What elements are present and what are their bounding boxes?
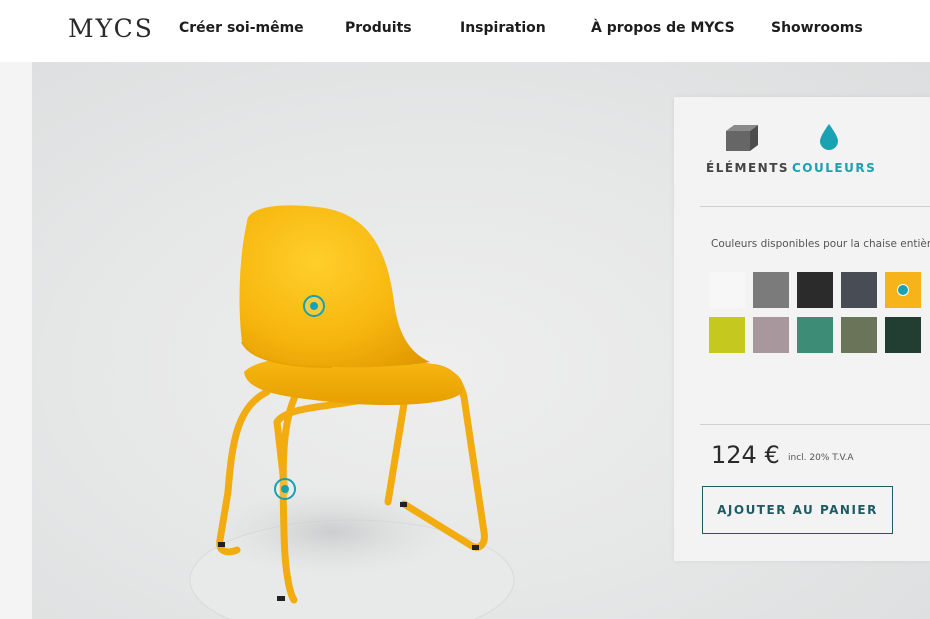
color-swatch[interactable] [709,317,745,353]
divider [700,424,930,425]
color-swatch[interactable] [885,317,921,353]
nav-item-inspiration[interactable]: Inspiration [460,20,546,36]
tab-elements-label: ÉLÉMENTS [706,161,790,175]
color-swatch[interactable] [841,317,877,353]
hotspot-shell[interactable] [303,295,325,317]
add-to-cart-button[interactable]: AJOUTER AU PANIER [702,486,893,534]
tab-elements[interactable]: ÉLÉMENTS [704,121,788,181]
selected-indicator [897,284,909,296]
color-swatch[interactable] [885,272,921,308]
color-swatch[interactable] [841,272,877,308]
tab-couleurs[interactable]: COULEURS [790,121,877,181]
cube-icon [726,125,758,151]
color-swatch[interactable] [753,317,789,353]
chair-backrest [239,205,430,368]
vat-note: incl. 20% T.V.A [788,453,854,463]
nav-item-showrooms[interactable]: Showrooms [771,20,863,36]
droplet-icon [820,124,838,150]
mycs-logo[interactable]: MYCS [68,14,154,43]
chair-shadow [212,487,452,577]
nav-item-produits[interactable]: Produits [345,20,412,36]
colors-caption: Couleurs disponibles pour la chaise enti… [711,238,930,250]
tab-couleurs-label: COULEURS [792,161,877,175]
nav-item-a-propos[interactable]: À propos de MYCS [591,20,735,36]
color-swatch[interactable] [753,272,789,308]
page-margin [0,62,32,619]
color-swatch[interactable] [709,272,745,308]
hotspot-frame[interactable] [274,478,296,500]
nav-item-creer-soi-meme[interactable]: Créer soi-même [179,20,304,36]
configurator-panel: ÉLÉMENTS COULEURS Couleurs disponibles p… [674,97,930,561]
divider [700,206,930,207]
site-header: MYCS Créer soi-même Produits Inspiration… [0,0,930,62]
price: 124 € [711,441,780,469]
color-swatch[interactable] [797,272,833,308]
color-swatch[interactable] [797,317,833,353]
